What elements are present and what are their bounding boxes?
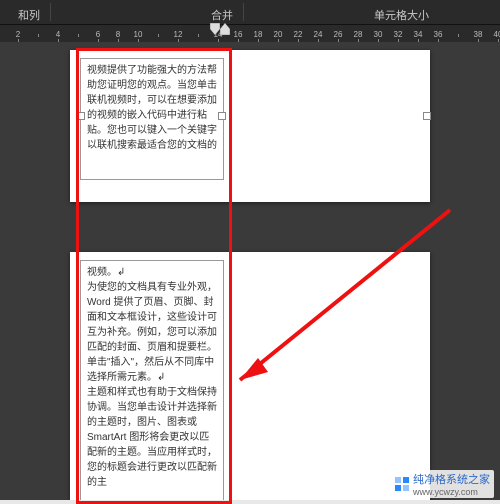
ruler-tick: 26 <box>328 30 348 39</box>
ribbon-bar: 和列 合并 单元格大小 <box>0 0 500 24</box>
resize-handle[interactable] <box>423 112 431 120</box>
text-content: 视频。↲ 为使您的文档具有专业外观，Word 提供了页眉、页脚、封面和文本框设计… <box>87 267 217 488</box>
ruler-tick: 2 <box>8 30 28 39</box>
ribbon-group-rows-cols[interactable]: 和列 <box>10 0 48 24</box>
ruler-tick: 8 <box>108 30 128 39</box>
watermark-url: www.ycwzy.com <box>413 487 490 497</box>
ruler-tick: 40 <box>488 30 500 39</box>
watermark-brand: 纯净格系统之家 <box>413 471 490 487</box>
watermark: 纯净格系统之家 www.ycwzy.com <box>391 470 494 498</box>
ruler-tick: 22 <box>288 30 308 39</box>
ruler-tick: 24 <box>308 30 328 39</box>
ribbon-label-rows-cols: 和列 <box>18 7 40 24</box>
document-page[interactable]: 视频。↲ 为使您的文档具有专业外观，Word 提供了页眉、页脚、封面和文本框设计… <box>70 252 430 500</box>
ruler-tick: 28 <box>348 30 368 39</box>
ribbon-label-merge: 合并 <box>211 7 233 24</box>
text-content: 视频提供了功能强大的方法帮助您证明您的观点。当您单击联机视频时，可以在想要添加的… <box>87 65 217 151</box>
text-box[interactable]: 视频提供了功能强大的方法帮助您证明您的观点。当您单击联机视频时，可以在想要添加的… <box>80 58 224 180</box>
text-box[interactable]: 视频。↲ 为使您的文档具有专业外观，Word 提供了页眉、页脚、封面和文本框设计… <box>80 260 224 500</box>
ruler-tick: 32 <box>388 30 408 39</box>
ruler-tick: 16 <box>228 30 248 39</box>
ruler-tick: 10 <box>128 30 148 39</box>
ruler-tick: 20 <box>268 30 288 39</box>
ribbon-group-cell-size[interactable]: 单元格大小 <box>366 0 437 24</box>
ruler-tick: 4 <box>48 30 68 39</box>
document-page[interactable]: 视频提供了功能强大的方法帮助您证明您的观点。当您单击联机视频时，可以在想要添加的… <box>70 50 430 202</box>
ruler-tick: 34 <box>408 30 428 39</box>
resize-handle[interactable] <box>77 112 85 120</box>
ribbon-separator <box>243 3 244 21</box>
ribbon-label-cell-size: 单元格大小 <box>374 7 429 24</box>
ruler-tick: 36 <box>428 30 448 39</box>
ruler-tick: 12 <box>168 30 188 39</box>
horizontal-ruler[interactable]: 246810121416182022242628303234363840 <box>0 24 500 43</box>
ruler-tick: 18 <box>248 30 268 39</box>
resize-handle[interactable] <box>218 112 226 120</box>
ruler-tick: 38 <box>468 30 488 39</box>
ruler-tick: 30 <box>368 30 388 39</box>
ruler-tick: 6 <box>88 30 108 39</box>
ribbon-separator <box>50 3 51 21</box>
ribbon-group-merge[interactable]: 合并 <box>203 0 241 24</box>
document-workspace[interactable]: 视频提供了功能强大的方法帮助您证明您的观点。当您单击联机视频时，可以在想要添加的… <box>0 42 500 500</box>
watermark-logo-icon <box>395 477 409 491</box>
